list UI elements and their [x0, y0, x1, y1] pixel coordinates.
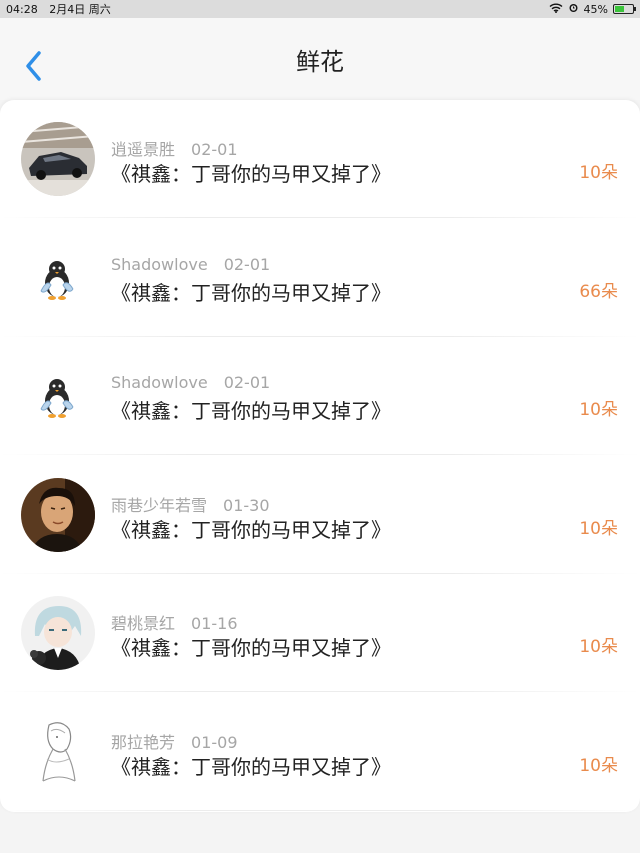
flower-count: 10朵: [579, 163, 618, 183]
flower-count: 10朵: [579, 637, 618, 657]
nav-bar: 鲜花: [0, 18, 640, 100]
item-meta: 碧桃景红 01-16: [111, 610, 238, 634]
user-name: 雨巷少年若雪: [111, 495, 208, 515]
chevron-left-icon: [26, 51, 41, 81]
flower-list: 逍遥景胜 02-01 《祺鑫：丁哥你的马甲又掉了》 10朵 Shadowlove 0…: [0, 100, 640, 812]
article-title: 《祺鑫：丁哥你的马甲又掉了》: [111, 517, 391, 542]
user-name: 逍遥景胜: [111, 140, 176, 159]
battery-icon: [613, 4, 636, 14]
item-date: 01-16: [191, 614, 238, 633]
article-title: 《祺鑫：丁哥你的马甲又掉了》: [111, 280, 391, 305]
penguin-avatar: [21, 359, 95, 433]
item-date: 02-01: [223, 254, 271, 274]
list-item[interactable]: 那拉艳芳 01-09 《祺鑫：丁哥你的马甲又掉了》 10朵: [0, 693, 640, 811]
battery-fill: [615, 6, 624, 12]
user-name: Shadowlove: [111, 254, 208, 274]
list-item[interactable]: 逍遥景胜 02-01 《祺鑫：丁哥你的马甲又掉了》 10朵: [0, 100, 640, 218]
flower-count: 66朵: [579, 281, 618, 302]
item-date: 02-01: [191, 140, 238, 159]
row-divider: [0, 809, 640, 811]
item-meta: 那拉艳芳 01-09: [111, 729, 238, 753]
flower-count: 10朵: [579, 518, 618, 539]
user-name: 那拉艳芳: [111, 732, 176, 752]
user-name: 碧桃景红: [111, 614, 176, 633]
battery-percent: 45%: [583, 2, 608, 16]
article-title: 《祺鑫：丁哥你的马甲又掉了》: [111, 754, 391, 779]
item-meta: Shadowlove 02-01: [111, 255, 270, 274]
status-bar: 04:28 2月4日 周六 45%: [0, 0, 640, 18]
portrait-avatar: [21, 477, 95, 552]
page-title: 鲜花: [296, 47, 344, 76]
list-item[interactable]: Shadowlove 02-01 《祺鑫：丁哥你的马甲又掉了》 10朵: [0, 337, 640, 455]
flower-count: 10朵: [579, 755, 618, 776]
item-meta: 逍遥景胜 02-01: [111, 136, 238, 160]
car-avatar: [21, 122, 95, 196]
list-item[interactable]: 雨巷少年若雪 01-30 《祺鑫：丁哥你的马甲又掉了》 10朵: [0, 456, 640, 574]
article-title: 《祺鑫：丁哥你的马甲又掉了》: [111, 162, 391, 186]
penguin-avatar: [21, 240, 95, 315]
item-date: 02-01: [223, 373, 271, 392]
wifi-icon: [549, 3, 563, 16]
flower-count: 10朵: [579, 400, 618, 420]
item-meta: Shadowlove 02-01: [111, 373, 270, 392]
user-name: Shadowlove: [111, 373, 208, 392]
article-title: 《祺鑫：丁哥你的马甲又掉了》: [111, 636, 391, 660]
anime-avatar: [21, 596, 95, 670]
article-title: 《祺鑫：丁哥你的马甲又掉了》: [111, 399, 391, 423]
sketch-avatar: [21, 714, 95, 789]
status-right: 45%: [549, 2, 636, 16]
item-date: 01-09: [191, 732, 238, 752]
alarm-icon: [568, 2, 579, 16]
list-item[interactable]: Shadowlove 02-01 《祺鑫：丁哥你的马甲又掉了》 66朵: [0, 219, 640, 337]
list-item[interactable]: 碧桃景红 01-16 《祺鑫：丁哥你的马甲又掉了》 10朵: [0, 574, 640, 692]
status-date: 2月4日 周六: [49, 3, 111, 16]
item-meta: 雨巷少年若雪 01-30: [111, 492, 270, 516]
back-button[interactable]: [22, 48, 46, 84]
status-time: 04:28: [6, 3, 38, 16]
item-date: 01-30: [223, 495, 270, 515]
status-left: 04:28 2月4日 周六: [6, 1, 119, 17]
